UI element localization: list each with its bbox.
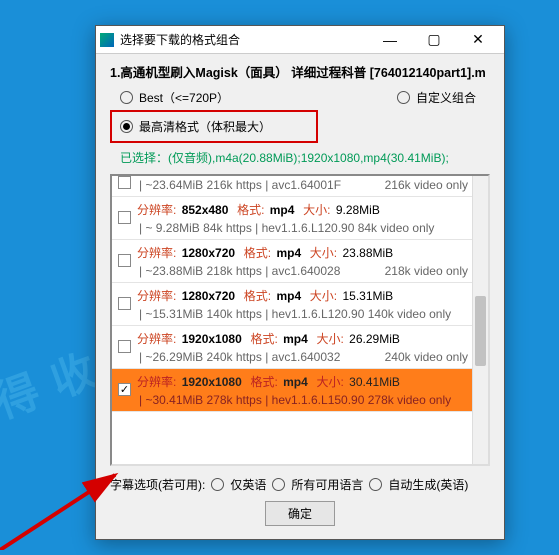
checkbox[interactable] [118,211,131,224]
close-button[interactable]: ✕ [456,26,500,54]
subtitle-label: 字幕选项(若可用): [110,476,205,493]
file-name-header: 1.高通机型刷入Magisk（面具） 详细过程科普 [764012140part… [110,62,490,81]
radio-max-label: 最高清格式（体积最大） [139,118,271,135]
selected-summary: 已选择：(仅音频),m4a(20.88MiB);1920x1080,mp4(30… [120,149,490,166]
list-item[interactable]: | ~23.64MiB 216k https | avc1.64001F216k… [112,176,472,197]
minimize-button[interactable]: — [368,26,412,54]
list-item[interactable]: 分辨率: 1280x720 格式: mp4 大小: 23.88MiB| ~23.… [112,240,472,283]
app-icon [100,33,114,47]
titlebar[interactable]: 选择要下载的格式组合 — ▢ ✕ [96,26,504,54]
checkbox[interactable] [118,297,131,310]
radio-best-label: Best（<=720P） [139,89,229,106]
scrollbar[interactable] [472,176,488,464]
list-item[interactable]: 分辨率: 852x480 格式: mp4 大小: 9.28MiB| ~ 9.28… [112,197,472,240]
list-item[interactable]: 分辨率: 1920x1080 格式: mp4 大小: 30.41MiB| ~30… [112,369,472,412]
format-list: | ~23.64MiB 216k https | avc1.64001F216k… [110,174,490,466]
radio-custom-label: 自定义组合 [416,89,476,106]
window-title: 选择要下载的格式组合 [120,31,368,48]
checkbox[interactable] [118,254,131,267]
checkbox[interactable] [118,176,131,189]
radio-sub-auto-label: 自动生成(英语) [388,476,468,493]
radio-sub-all[interactable] [272,478,285,491]
radio-sub-en[interactable] [211,478,224,491]
radio-sub-all-label: 所有可用语言 [291,476,363,493]
maximize-button[interactable]: ▢ [412,26,456,54]
dialog-window: 选择要下载的格式组合 — ▢ ✕ 1.高通机型刷入Magisk（面具） 详细过程… [95,25,505,540]
radio-sub-auto[interactable] [369,478,382,491]
checkbox[interactable] [118,383,131,396]
highlight-annotation: 最高清格式（体积最大） [110,110,318,143]
radio-custom[interactable] [397,91,410,104]
scroll-thumb[interactable] [475,296,486,366]
radio-best[interactable] [120,91,133,104]
radio-sub-en-label: 仅英语 [230,476,266,493]
list-item[interactable]: 分辨率: 1920x1080 格式: mp4 大小: 26.29MiB| ~26… [112,326,472,369]
ok-button[interactable]: 确定 [265,501,335,526]
list-item[interactable]: 分辨率: 1280x720 格式: mp4 大小: 15.31MiB| ~15.… [112,283,472,326]
checkbox[interactable] [118,340,131,353]
radio-max[interactable] [120,120,133,133]
